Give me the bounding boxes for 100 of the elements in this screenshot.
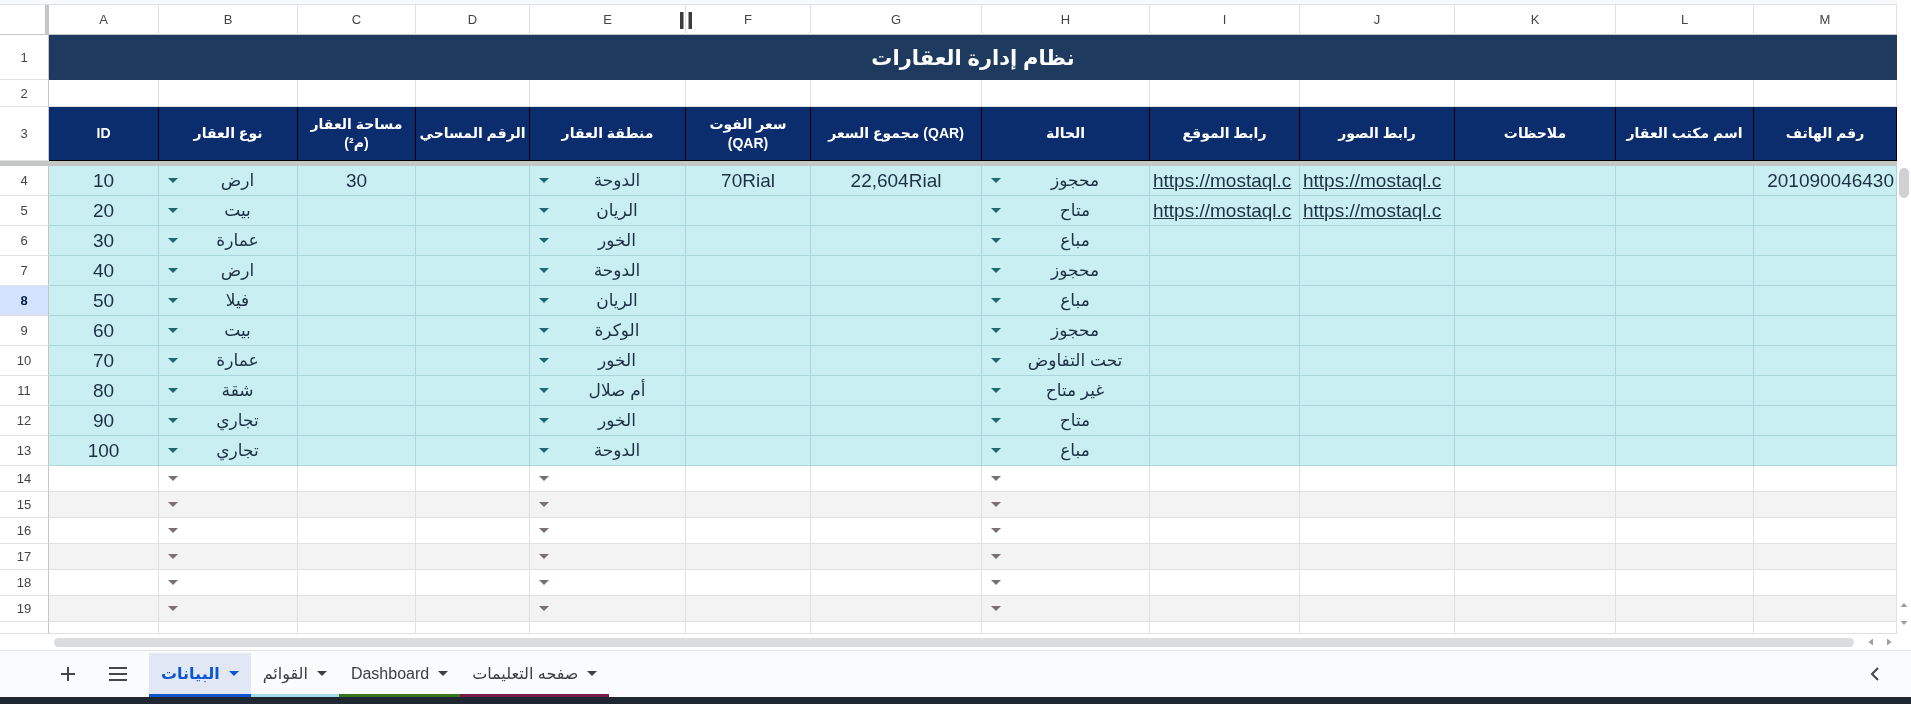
column-header[interactable]: C bbox=[298, 5, 416, 35]
row-header[interactable]: 13 bbox=[0, 436, 49, 466]
scrollbar-thumb[interactable] bbox=[1899, 168, 1909, 198]
table-cell[interactable] bbox=[416, 596, 530, 622]
caret-icon[interactable] bbox=[539, 448, 549, 453]
row-header[interactable]: 10 bbox=[0, 346, 49, 376]
caret-icon[interactable] bbox=[587, 671, 598, 676]
caret-icon[interactable] bbox=[991, 554, 1001, 559]
caret-icon[interactable] bbox=[168, 476, 178, 481]
caret-icon[interactable] bbox=[168, 580, 178, 585]
caret-icon[interactable] bbox=[168, 358, 178, 363]
caret-icon[interactable] bbox=[539, 298, 549, 303]
caret-icon[interactable] bbox=[539, 554, 549, 559]
row-header[interactable]: 9 bbox=[0, 316, 49, 346]
caret-icon[interactable] bbox=[539, 238, 549, 243]
caret-icon[interactable] bbox=[991, 178, 1001, 183]
row-header[interactable]: 15 bbox=[0, 492, 49, 518]
caret-icon[interactable] bbox=[539, 358, 549, 363]
caret-icon[interactable] bbox=[168, 328, 178, 333]
caret-icon[interactable] bbox=[991, 476, 1001, 481]
caret-icon[interactable] bbox=[991, 580, 1001, 585]
caret-icon[interactable] bbox=[168, 528, 178, 533]
table-cell[interactable] bbox=[1300, 596, 1455, 622]
caret-icon[interactable] bbox=[168, 238, 178, 243]
caret-icon[interactable] bbox=[539, 580, 549, 585]
caret-icon[interactable] bbox=[168, 448, 178, 453]
caret-icon[interactable] bbox=[539, 476, 549, 481]
caret-icon[interactable] bbox=[991, 418, 1001, 423]
table-cell[interactable] bbox=[1455, 596, 1616, 622]
caret-icon[interactable] bbox=[991, 328, 1001, 333]
dropdown-cell[interactable] bbox=[159, 596, 298, 622]
row-header[interactable]: 18 bbox=[0, 570, 49, 596]
caret-icon[interactable] bbox=[539, 178, 549, 183]
sheet-tab[interactable]: صفحه التعليمات bbox=[460, 653, 610, 697]
row-header[interactable]: 17 bbox=[0, 544, 49, 570]
caret-icon[interactable] bbox=[168, 502, 178, 507]
caret-icon[interactable] bbox=[991, 606, 1001, 611]
table-cell[interactable] bbox=[298, 596, 416, 622]
row-header[interactable]: 2 bbox=[0, 80, 49, 107]
caret-icon[interactable] bbox=[991, 502, 1001, 507]
column-header[interactable]: I bbox=[1150, 5, 1300, 35]
dropdown-cell[interactable] bbox=[530, 596, 686, 622]
caret-icon[interactable] bbox=[168, 606, 178, 611]
column-header[interactable]: J bbox=[1300, 5, 1455, 35]
caret-icon[interactable] bbox=[539, 606, 549, 611]
table-cell[interactable] bbox=[1616, 596, 1754, 622]
caret-icon[interactable] bbox=[539, 208, 549, 213]
row-header[interactable]: 19 bbox=[0, 596, 49, 622]
caret-icon[interactable] bbox=[168, 388, 178, 393]
caret-icon[interactable] bbox=[228, 671, 239, 676]
link[interactable]: https://mostaql.c bbox=[1303, 199, 1442, 222]
column-header[interactable]: G bbox=[811, 5, 982, 35]
caret-icon[interactable] bbox=[991, 358, 1001, 363]
caret-icon[interactable] bbox=[991, 528, 1001, 533]
row-header[interactable]: 14 bbox=[0, 466, 49, 492]
caret-icon[interactable] bbox=[991, 238, 1001, 243]
row-header[interactable]: 16 bbox=[0, 518, 49, 544]
row-header[interactable]: 7 bbox=[0, 256, 49, 286]
caret-icon[interactable] bbox=[438, 671, 449, 676]
column-header[interactable]: L bbox=[1616, 5, 1754, 35]
sheet-tab[interactable]: القوائم bbox=[250, 653, 339, 697]
caret-icon[interactable] bbox=[991, 298, 1001, 303]
row-header[interactable]: 5 bbox=[0, 196, 49, 226]
table-cell[interactable] bbox=[1754, 596, 1897, 622]
scrollbar-thumb[interactable] bbox=[54, 637, 1854, 647]
caret-icon[interactable] bbox=[539, 388, 549, 393]
caret-icon[interactable] bbox=[539, 528, 549, 533]
row-header[interactable]: 8 bbox=[0, 286, 49, 316]
column-header[interactable]: E bbox=[530, 5, 686, 35]
caret-icon[interactable] bbox=[168, 554, 178, 559]
caret-icon[interactable] bbox=[168, 208, 178, 213]
link[interactable]: https://mostaql.c bbox=[1153, 169, 1292, 192]
sheet-tab[interactable]: البيانات bbox=[149, 653, 251, 697]
link[interactable]: https://mostaql.c bbox=[1303, 169, 1442, 192]
table-cell[interactable] bbox=[49, 596, 159, 622]
caret-icon[interactable] bbox=[168, 298, 178, 303]
caret-icon[interactable] bbox=[316, 671, 327, 676]
column-header[interactable]: A bbox=[49, 5, 159, 35]
drag-handle-icon[interactable] bbox=[680, 12, 692, 29]
sheet-tab[interactable]: Dashboard bbox=[338, 653, 461, 697]
row-header[interactable]: 11 bbox=[0, 376, 49, 406]
select-all-corner[interactable] bbox=[0, 5, 49, 35]
column-header[interactable]: H bbox=[982, 5, 1150, 35]
caret-icon[interactable] bbox=[991, 448, 1001, 453]
dropdown-cell[interactable] bbox=[982, 596, 1150, 622]
caret-icon[interactable] bbox=[539, 328, 549, 333]
column-header[interactable]: M bbox=[1754, 5, 1897, 35]
link[interactable]: https://mostaql.c bbox=[1153, 199, 1292, 222]
caret-icon[interactable] bbox=[991, 208, 1001, 213]
caret-icon[interactable] bbox=[168, 268, 178, 273]
table-cell[interactable] bbox=[1150, 596, 1300, 622]
caret-icon[interactable] bbox=[991, 268, 1001, 273]
column-header[interactable]: B bbox=[159, 5, 298, 35]
caret-icon[interactable] bbox=[168, 418, 178, 423]
caret-icon[interactable] bbox=[539, 502, 549, 507]
column-header[interactable]: K bbox=[1455, 5, 1616, 35]
caret-icon[interactable] bbox=[991, 388, 1001, 393]
table-cell[interactable] bbox=[811, 596, 982, 622]
caret-icon[interactable] bbox=[539, 418, 549, 423]
row-header[interactable]: 1 bbox=[0, 35, 49, 80]
